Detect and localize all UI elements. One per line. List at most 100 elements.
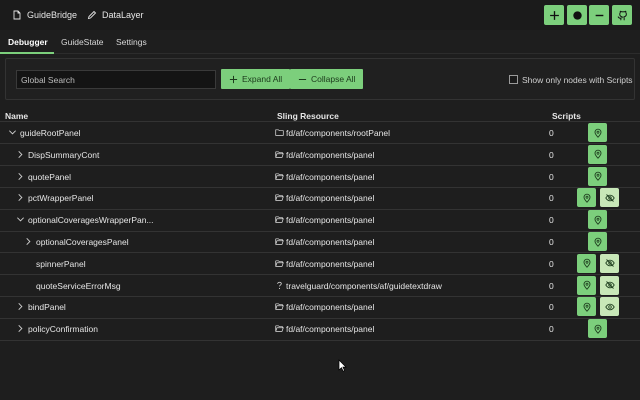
eye-off-icon: [604, 194, 615, 202]
chevron-right-icon[interactable]: [24, 237, 33, 246]
folder-open-icon: [275, 216, 284, 223]
record-icon: [572, 10, 582, 20]
eye-off-icon: [604, 259, 615, 268]
collapse-all-button[interactable]: Collapse All: [290, 69, 364, 89]
location-pin-icon: [583, 259, 590, 269]
chevron-down-icon[interactable]: [8, 128, 17, 137]
question-icon: [277, 281, 282, 289]
minus-icon: [298, 78, 307, 80]
record-button[interactable]: [567, 5, 587, 25]
sling-resource: fd/af/components/panel: [286, 149, 375, 160]
folder-open-icon: [275, 238, 284, 245]
sling-resource: fd/af/components/panel: [286, 171, 375, 182]
chevron-right-icon[interactable]: [16, 193, 25, 202]
locate-node-button[interactable]: [588, 232, 607, 251]
table-row[interactable]: policyConfirmation fd/af/components/panel…: [0, 318, 640, 340]
tab-debugger[interactable]: Debugger: [8, 37, 48, 47]
table-row[interactable]: spinnerPanel fd/af/components/panel 0: [0, 253, 640, 275]
location-pin-icon: [594, 237, 601, 247]
eye-icon: [604, 303, 615, 311]
column-header-resource: Sling Resource: [277, 111, 339, 121]
chevron-right-icon[interactable]: [16, 302, 25, 311]
chevron-down-icon[interactable]: [16, 215, 25, 224]
locate-node-button[interactable]: [577, 275, 596, 295]
add-button[interactable]: [544, 5, 564, 25]
script-count: 0: [549, 193, 554, 204]
eye-off-icon: [604, 281, 615, 289]
script-count: 0: [549, 171, 554, 182]
node-name: optionalCoveragesWrapperPan...: [28, 215, 154, 226]
sling-resource: fd/af/components/rootPanel: [286, 128, 390, 138]
table-row[interactable]: optionalCoveragesWrapperPan... fd/af/comp…: [0, 209, 640, 231]
minus-icon: [595, 14, 603, 16]
top-tab-label: GuideBridge: [27, 10, 78, 20]
node-name: guideRootPanel: [20, 128, 81, 138]
node-name: pctWrapperPanel: [28, 193, 94, 204]
chevron-right-icon[interactable]: [16, 172, 25, 181]
script-count: 0: [549, 280, 554, 291]
script-count: 0: [549, 128, 554, 138]
folder-icon: [275, 129, 284, 136]
node-name: quoteServiceErrorMsg: [36, 280, 121, 291]
minimize-button[interactable]: [589, 5, 609, 25]
active-tab-indicator: [0, 52, 54, 54]
node-name: optionalCoveragesPanel: [36, 237, 129, 247]
table-row[interactable]: DispSummaryCont fd/af/components/panel 0: [0, 144, 640, 166]
scripts-only-label: Show only nodes with Scripts: [522, 75, 633, 85]
document-icon: [13, 10, 21, 20]
script-count: 0: [549, 258, 554, 269]
column-header-scripts: Scripts: [552, 111, 581, 121]
node-name: policyConfirmation: [28, 324, 98, 335]
table-row[interactable]: quoteServiceErrorMsg travelguard/componen…: [0, 275, 640, 297]
folder-open-icon: [275, 173, 284, 180]
chevron-right-icon[interactable]: [16, 324, 25, 333]
script-count: 0: [549, 149, 554, 160]
locate-node-button[interactable]: [577, 253, 596, 273]
global-search-input[interactable]: [16, 70, 216, 89]
table-row[interactable]: guideRootPanel fd/af/components/rootPanel…: [0, 122, 640, 144]
location-pin-icon: [594, 171, 601, 181]
table-row[interactable]: bindPanel fd/af/components/panel 0: [0, 296, 640, 318]
node-name: quotePanel: [28, 171, 72, 182]
scripts-only-checkbox[interactable]: [509, 75, 518, 84]
location-pin-icon: [594, 128, 601, 138]
row-divider: [0, 339, 640, 341]
table-row[interactable]: optionalCoveragesPanel fd/af/components/p…: [0, 231, 640, 253]
table-row[interactable]: pctWrapperPanel fd/af/components/panel 0: [0, 187, 640, 209]
locate-node-button[interactable]: [588, 144, 607, 164]
location-pin-icon: [594, 215, 601, 225]
locate-node-button[interactable]: [577, 297, 596, 317]
plus-icon: [229, 75, 238, 83]
locate-node-button[interactable]: [577, 188, 596, 208]
node-name: spinnerPanel: [36, 258, 86, 269]
toggle-visibility-button[interactable]: [600, 253, 619, 273]
toggle-visibility-button[interactable]: [600, 297, 619, 317]
location-pin-icon: [583, 280, 590, 290]
locate-node-button[interactable]: [588, 210, 607, 230]
table-row[interactable]: quotePanel fd/af/components/panel 0: [0, 166, 640, 188]
script-count: 0: [549, 324, 554, 335]
folder-open-icon: [275, 194, 284, 202]
mouse-cursor-icon: [338, 359, 347, 372]
top-tab-label: DataLayer: [102, 10, 144, 20]
tab-settings[interactable]: Settings: [116, 37, 147, 47]
github-button[interactable]: [612, 5, 632, 25]
pencil-icon: [87, 10, 97, 20]
tab-guidestate[interactable]: GuideState: [61, 37, 104, 47]
sling-resource: fd/af/components/panel: [286, 193, 375, 204]
expand-all-button[interactable]: Expand All: [221, 69, 291, 89]
chevron-right-icon[interactable]: [16, 150, 25, 159]
top-tab-guidebridge[interactable]: GuideBridge: [12, 8, 77, 22]
location-pin-icon: [583, 302, 590, 312]
toggle-visibility-button[interactable]: [600, 188, 619, 208]
locate-node-button[interactable]: [588, 166, 607, 186]
top-tab-datalayer[interactable]: DataLayer: [87, 8, 144, 22]
expand-all-label: Expand All: [242, 74, 283, 84]
script-count: 0: [549, 237, 554, 247]
locate-node-button[interactable]: [588, 123, 607, 142]
sling-resource: travelguard/components/af/guidetextdraw: [286, 280, 442, 291]
location-pin-icon: [594, 324, 601, 334]
toggle-visibility-button[interactable]: [600, 275, 619, 295]
script-count: 0: [549, 215, 554, 226]
locate-node-button[interactable]: [588, 319, 607, 339]
